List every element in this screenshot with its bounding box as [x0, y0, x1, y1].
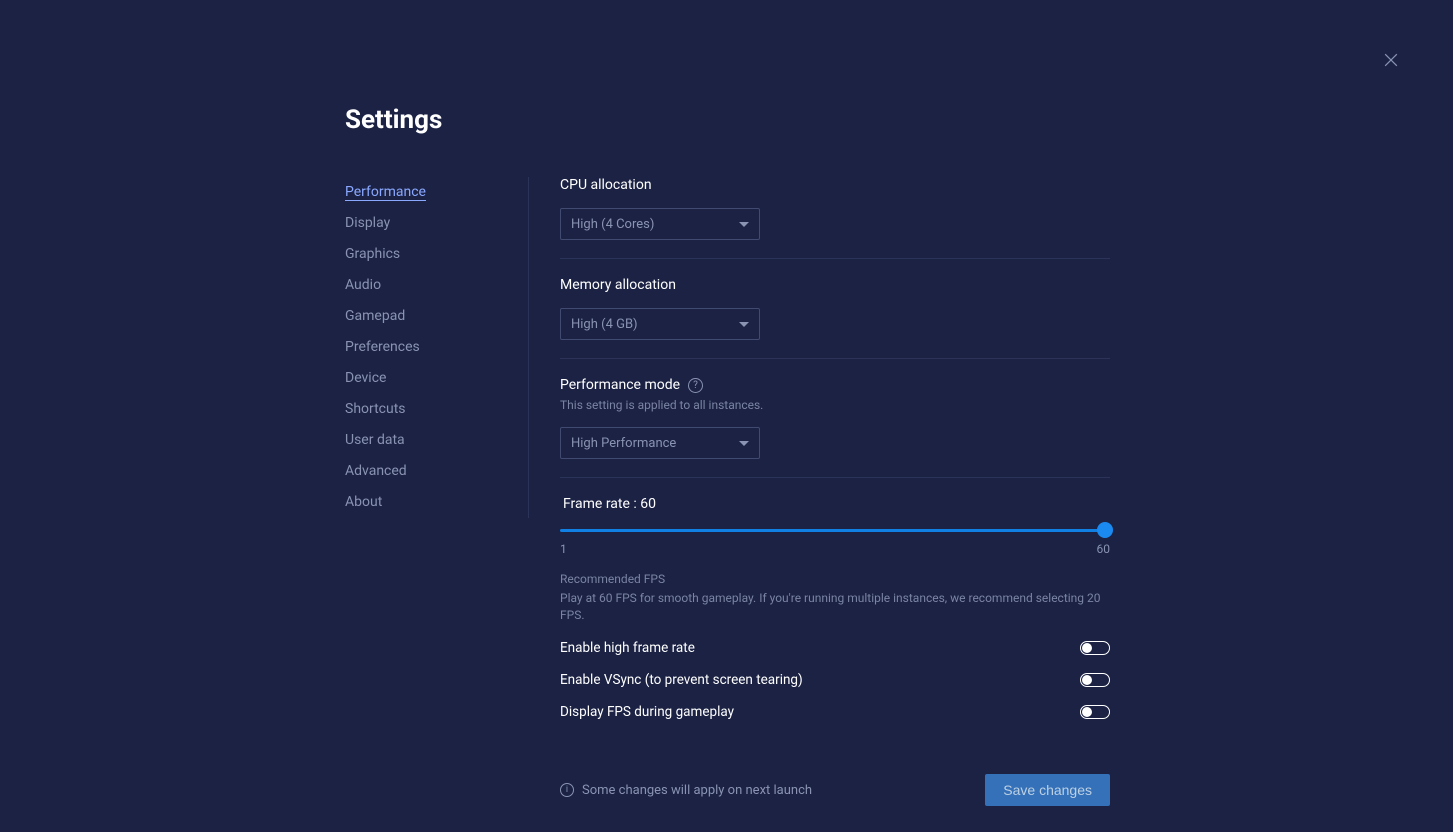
chevron-down-icon [739, 222, 749, 227]
slider-thumb[interactable] [1097, 522, 1113, 538]
frame-rate-min: 1 [560, 542, 567, 556]
sidebar-item-performance[interactable]: Performance [345, 177, 518, 208]
toggle-knob [1082, 707, 1092, 717]
display-fps-label: Display FPS during gameplay [560, 704, 734, 720]
toggle-knob [1082, 643, 1092, 653]
sidebar-item-label: Gamepad [345, 308, 405, 324]
settings-sidebar: Performance Display Graphics Audio Gamepad Pr… [345, 177, 529, 518]
sidebar-item-label: Performance [345, 184, 426, 201]
memory-allocation-label: Memory allocation [560, 277, 1110, 293]
sidebar-item-display[interactable]: Display [345, 208, 518, 239]
footer-note-text: Some changes will apply on next launch [582, 783, 812, 798]
close-icon [1381, 50, 1401, 70]
chevron-down-icon [739, 322, 749, 327]
sidebar-item-label: Display [345, 215, 390, 231]
enable-high-frame-rate-label: Enable high frame rate [560, 640, 695, 656]
help-icon[interactable]: ? [688, 378, 703, 393]
sidebar-item-label: Graphics [345, 246, 400, 262]
cpu-allocation-select[interactable]: High (4 Cores) [560, 208, 760, 240]
sidebar-item-label: User data [345, 432, 405, 448]
slider-track-line [560, 529, 1110, 532]
cpu-allocation-label: CPU allocation [560, 177, 1110, 193]
close-button[interactable] [1379, 48, 1403, 72]
performance-mode-label: Performance mode ? [560, 377, 1110, 393]
memory-allocation-value: High (4 GB) [571, 317, 638, 332]
recommended-fps-title: Recommended FPS [560, 572, 1110, 586]
info-icon: i [560, 783, 574, 797]
enable-vsync-toggle[interactable] [1080, 673, 1110, 687]
save-changes-button[interactable]: Save changes [985, 774, 1110, 806]
performance-mode-value: High Performance [571, 436, 676, 451]
sidebar-item-graphics[interactable]: Graphics [345, 239, 518, 270]
performance-mode-label-text: Performance mode [560, 377, 680, 393]
sidebar-item-label: Audio [345, 277, 381, 293]
performance-mode-subtext: This setting is applied to all instances… [560, 398, 1110, 412]
frame-rate-slider[interactable] [560, 522, 1110, 538]
sidebar-item-shortcuts[interactable]: Shortcuts [345, 394, 518, 425]
frame-rate-max: 60 [1097, 542, 1111, 556]
recommended-fps-text: Play at 60 FPS for smooth gameplay. If y… [560, 590, 1110, 624]
sidebar-item-label: Preferences [345, 339, 420, 355]
sidebar-item-audio[interactable]: Audio [345, 270, 518, 301]
sidebar-item-gamepad[interactable]: Gamepad [345, 301, 518, 332]
sidebar-item-device[interactable]: Device [345, 363, 518, 394]
sidebar-item-about[interactable]: About [345, 487, 518, 518]
memory-allocation-select[interactable]: High (4 GB) [560, 308, 760, 340]
enable-vsync-label: Enable VSync (to prevent screen tearing) [560, 672, 803, 688]
sidebar-item-label: Device [345, 370, 386, 386]
settings-main: CPU allocation High (4 Cores) Memory all… [529, 177, 1110, 806]
cpu-allocation-value: High (4 Cores) [571, 217, 654, 232]
sidebar-item-preferences[interactable]: Preferences [345, 332, 518, 363]
footer-note: i Some changes will apply on next launch [560, 783, 812, 798]
enable-high-frame-rate-toggle[interactable] [1080, 641, 1110, 655]
page-title: Settings [345, 105, 1110, 135]
toggle-knob [1082, 675, 1092, 685]
sidebar-item-user-data[interactable]: User data [345, 425, 518, 456]
sidebar-item-label: Advanced [345, 463, 407, 479]
sidebar-item-label: Shortcuts [345, 401, 406, 417]
sidebar-item-advanced[interactable]: Advanced [345, 456, 518, 487]
performance-mode-select[interactable]: High Performance [560, 427, 760, 459]
sidebar-item-label: About [345, 494, 382, 510]
chevron-down-icon [739, 441, 749, 446]
display-fps-toggle[interactable] [1080, 705, 1110, 719]
frame-rate-title: Frame rate : 60 [563, 496, 1110, 512]
